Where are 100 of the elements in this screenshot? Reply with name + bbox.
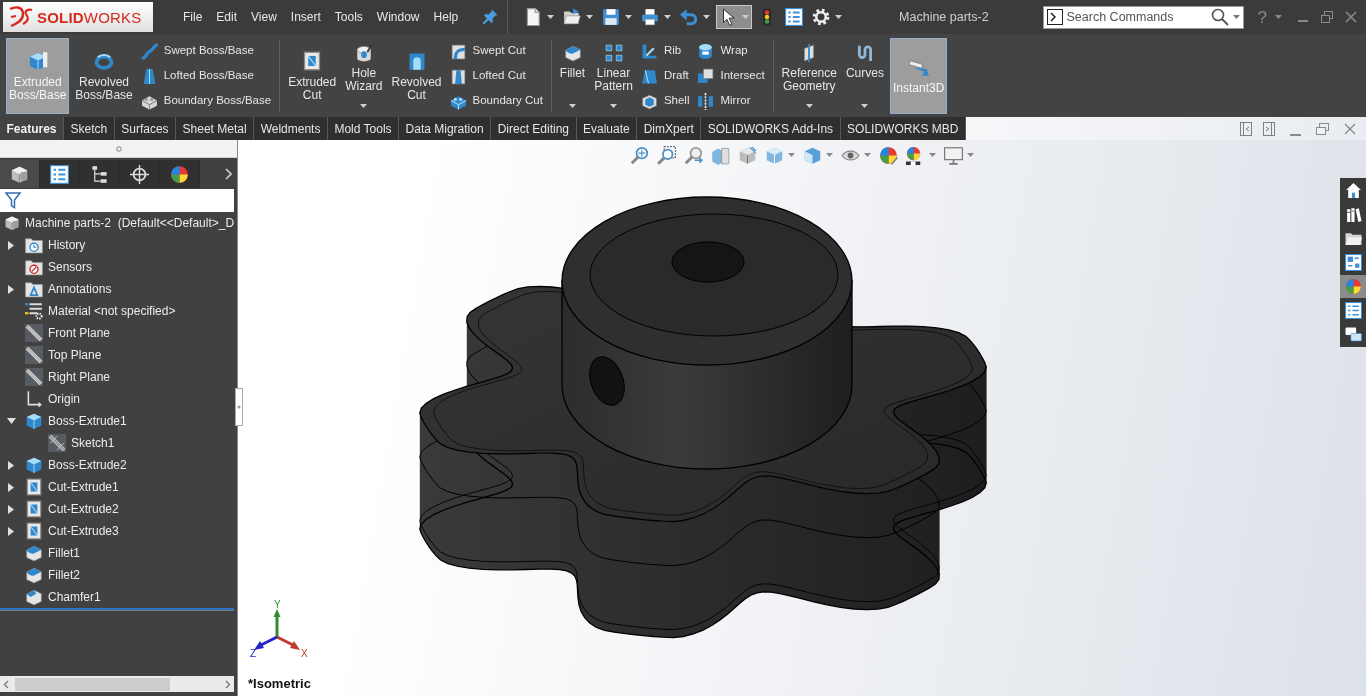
gear-icon xyxy=(812,8,831,26)
chevron-right-icon[interactable] xyxy=(225,679,231,689)
ribbon-button[interactable]: Boundary Cut xyxy=(448,88,546,114)
panel-tab[interactable] xyxy=(120,160,160,188)
tree-item[interactable]: Boss-Extrude2 xyxy=(48,456,127,474)
magnifier-arrow-icon xyxy=(684,145,703,165)
ribbon-button[interactable]: Curves xyxy=(842,38,887,114)
tree-root[interactable]: Machine parts-2 (Default<<Default>_D xyxy=(25,214,235,232)
ribbon-button[interactable]: Shell xyxy=(639,88,693,114)
search-bar[interactable]: Search Commands xyxy=(1042,5,1244,29)
tree-item[interactable]: Fillet2 xyxy=(48,566,80,584)
ribbon-button[interactable]: Lofted Boss/Base xyxy=(139,63,275,89)
toolbar-button[interactable] xyxy=(716,5,753,29)
tree-item[interactable]: Origin xyxy=(48,390,80,408)
tree-item[interactable]: History xyxy=(48,236,86,254)
tree-item[interactable]: Sketch1 xyxy=(71,434,115,452)
bracket-icon xyxy=(640,42,658,60)
caret-right-icon[interactable] xyxy=(8,284,14,294)
ribbon-button[interactable]: Hole Wizard xyxy=(342,38,386,114)
tree-item[interactable]: Fillet1 xyxy=(48,544,80,562)
axis-label: Z xyxy=(250,648,257,659)
magnifier-icon xyxy=(630,145,649,165)
pushpin-icon[interactable] xyxy=(482,9,499,25)
tree-item[interactable]: Front Plane xyxy=(48,324,111,342)
ruler-arrow-icon xyxy=(908,57,929,77)
scrollbar-thumb[interactable] xyxy=(15,677,170,691)
tree-item[interactable]: Material <not specified> xyxy=(48,302,176,320)
caret-down-icon xyxy=(864,153,871,157)
plane-icon xyxy=(25,324,43,342)
ribbon-button[interactable]: Intersect xyxy=(696,63,768,89)
open-folder-icon xyxy=(563,8,582,26)
tree-item[interactable]: Annotations xyxy=(48,280,112,298)
caret-down-icon[interactable] xyxy=(6,418,16,424)
tree-item[interactable]: Right Plane xyxy=(48,368,111,386)
tree-item[interactable]: Boss-Extrude1 xyxy=(48,412,127,430)
ribbon-button[interactable]: Draft xyxy=(639,63,693,89)
ribbon-button[interactable]: Revolved Cut xyxy=(388,38,445,114)
ribbon-button[interactable]: Lofted Cut xyxy=(448,63,546,89)
caret-right-icon[interactable] xyxy=(8,240,14,250)
caret-down-icon xyxy=(703,15,711,19)
ribbon-button[interactable]: Swept Cut xyxy=(448,38,546,64)
restore-button[interactable] xyxy=(1320,9,1334,25)
funnel-icon xyxy=(5,192,21,209)
ribbon-button[interactable]: Fillet xyxy=(556,38,589,114)
rounded-cube-icon xyxy=(563,44,582,62)
ribbon-button[interactable]: Revolved Boss/Base xyxy=(72,38,136,114)
ribbon-button[interactable]: Swept Boss/Base xyxy=(139,38,275,64)
search-field[interactable]: Search Commands xyxy=(1066,7,1207,27)
menu-item[interactable]: Edit xyxy=(216,8,238,26)
menu-item[interactable]: Tools xyxy=(334,8,363,26)
close-button[interactable] xyxy=(1344,122,1356,135)
panel-tab[interactable] xyxy=(80,160,120,188)
ribbon-button[interactable]: Linear Pattern xyxy=(591,38,636,114)
panel-tab[interactable] xyxy=(160,160,200,188)
ribbon-button[interactable]: Wrap xyxy=(696,38,768,64)
menu-item[interactable]: Help xyxy=(433,8,459,26)
caret-right-icon[interactable] xyxy=(8,504,14,514)
view-toolbar-button[interactable] xyxy=(904,144,938,166)
undo-arrow-icon xyxy=(680,8,699,26)
tile-left-button[interactable] xyxy=(1240,121,1252,136)
caret-right-icon[interactable] xyxy=(8,526,14,536)
view-grid-icon xyxy=(1344,254,1362,271)
color-ball-pencil-icon xyxy=(879,145,898,165)
curve-icon xyxy=(855,44,874,62)
tile-right-button[interactable] xyxy=(1263,121,1275,136)
brand-name: SOLIDWORKS xyxy=(37,9,142,25)
ribbon-button[interactable]: Extruded Cut xyxy=(285,38,340,114)
tree-item[interactable]: Sensors xyxy=(48,258,93,276)
splitter-handle[interactable] xyxy=(235,388,243,426)
page-icon xyxy=(524,8,543,26)
search-icon[interactable] xyxy=(1210,8,1229,26)
caret-right-icon[interactable] xyxy=(8,482,14,492)
tree-item[interactable]: Cut-Extrude1 xyxy=(48,478,119,496)
close-button[interactable] xyxy=(1344,9,1358,25)
tree-item[interactable]: Chamfer1 xyxy=(48,588,101,606)
menu-item[interactable]: Window xyxy=(376,8,420,26)
ribbon-button[interactable]: Mirror xyxy=(696,88,768,114)
folder-icon xyxy=(1344,230,1362,247)
ribbon-button[interactable]: Boundary Boss/Base xyxy=(139,88,275,114)
chevron-left-icon[interactable] xyxy=(3,679,9,689)
caret-down-icon xyxy=(788,153,795,157)
tree-item[interactable]: Cut-Extrude3 xyxy=(48,522,119,540)
caret-right-icon[interactable] xyxy=(8,460,14,470)
list-icon xyxy=(1344,302,1362,319)
menu-item[interactable]: Insert xyxy=(290,8,321,26)
panel-tab[interactable] xyxy=(0,160,40,188)
tree-item[interactable]: Cut-Extrude2 xyxy=(48,500,119,518)
ribbon-button[interactable]: Rib xyxy=(639,38,693,64)
menu-item[interactable]: View xyxy=(251,8,277,26)
filter-field[interactable] xyxy=(0,189,234,212)
ribbon-button[interactable]: Reference Geometry xyxy=(778,38,840,114)
material-list-icon xyxy=(25,302,43,320)
command-tab[interactable]: Features xyxy=(0,117,65,140)
horizontal-scrollbar[interactable] xyxy=(0,676,234,692)
tree-item[interactable]: Top Plane xyxy=(48,346,102,364)
restore-button[interactable] xyxy=(1316,122,1329,135)
panel-tab[interactable] xyxy=(40,160,80,188)
slotted-block-icon xyxy=(449,67,467,85)
menu-item[interactable]: File xyxy=(183,8,203,26)
grip-dot-icon[interactable] xyxy=(115,145,122,152)
